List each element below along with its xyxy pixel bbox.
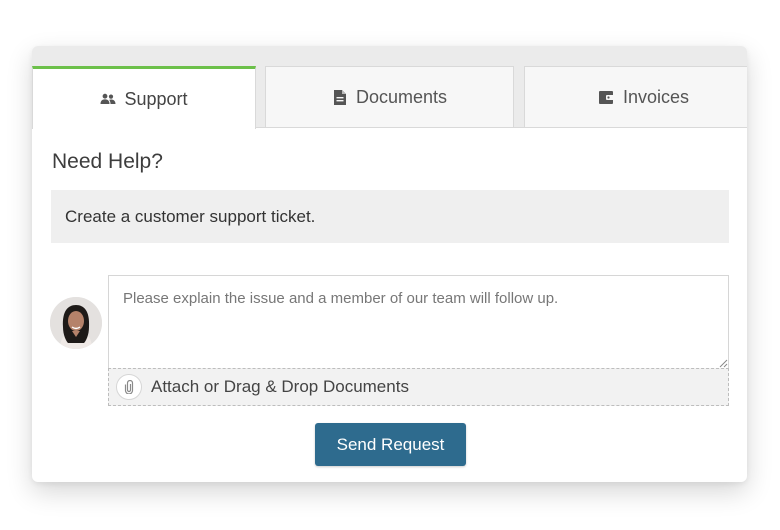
tab-invoices-label: Invoices — [622, 87, 690, 107]
send-request-button[interactable]: Send Request — [315, 423, 466, 466]
attach-label: Attach or Drag & Drop Documents — [151, 377, 409, 396]
wallet-icon — [599, 90, 615, 106]
users-icon — [100, 91, 116, 107]
paperclip-icon — [116, 374, 142, 400]
message-field[interactable] — [108, 275, 729, 370]
tab-invoices[interactable]: Invoices — [524, 66, 747, 128]
tab-documents[interactable]: Documents — [265, 66, 514, 128]
tab-support[interactable]: Support — [32, 66, 256, 129]
support-card: Support Documents Invoices Need Help? Cr… — [32, 46, 747, 482]
info-banner-text: Create a customer support ticket. — [65, 206, 316, 226]
tab-support-label: Support — [124, 88, 188, 109]
avatar — [50, 297, 102, 349]
page-title: Need Help? — [52, 150, 163, 173]
document-icon — [332, 90, 348, 106]
attach-dropzone[interactable]: Attach or Drag & Drop Documents — [108, 368, 729, 406]
info-banner: Create a customer support ticket. — [51, 190, 729, 243]
tab-divider — [256, 127, 747, 128]
tab-documents-label: Documents — [355, 87, 448, 107]
resize-handle-icon[interactable] — [719, 359, 728, 368]
tab-bar: Support Documents Invoices — [32, 46, 747, 129]
